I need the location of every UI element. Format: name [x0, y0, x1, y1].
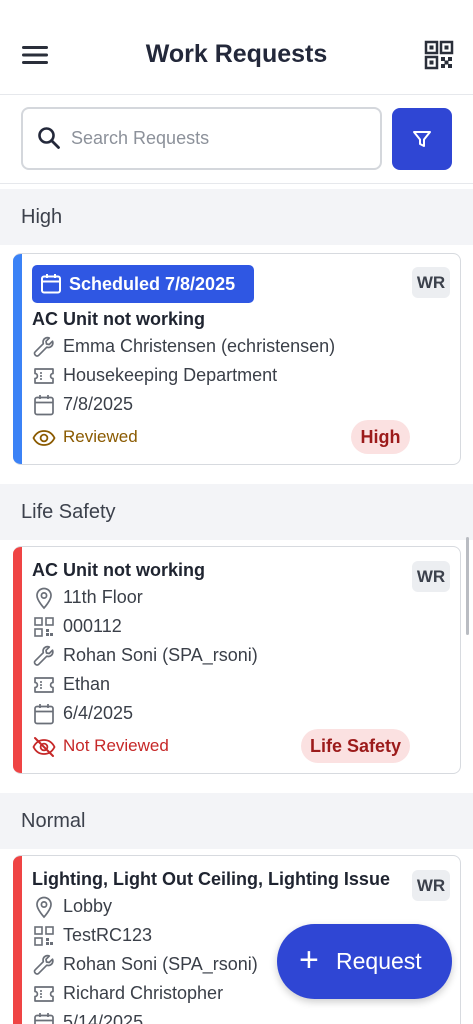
review-status-text: Not Reviewed	[63, 736, 169, 755]
calendar-icon	[34, 1013, 54, 1024]
ticket-icon	[34, 986, 54, 1002]
type-tag: WR	[412, 870, 450, 901]
ticket-icon	[34, 368, 54, 384]
priority-stripe	[13, 856, 22, 1024]
group-header-life-safety: Life Safety	[0, 484, 473, 540]
group-title: Life Safety	[21, 501, 116, 523]
scheduled-label: Scheduled 7/8/2025	[69, 274, 236, 294]
app-header: Work Requests	[0, 0, 473, 95]
group-title: Normal	[21, 810, 86, 832]
plus-icon: +	[299, 941, 319, 979]
scrollbar[interactable]	[466, 537, 469, 635]
group-header-normal: Normal	[0, 793, 473, 849]
page-title: Work Requests	[145, 40, 328, 68]
qr-code-icon	[34, 926, 54, 946]
priority-stripe	[13, 547, 22, 773]
priority-pill: Life Safety	[301, 729, 410, 763]
group-title: High	[21, 206, 63, 228]
new-request-label: Request	[336, 948, 422, 974]
location-text: 11th Floor	[63, 587, 143, 607]
card-title: Lighting, Light Out Ceiling, Lighting Is…	[32, 869, 390, 889]
work-request-card[interactable]: Scheduled 7/8/2025 WR AC Unit not workin…	[13, 253, 461, 465]
card-title: AC Unit not working	[32, 309, 205, 329]
search-icon	[38, 127, 60, 149]
eye-off-icon	[32, 737, 56, 757]
asset-code-text: 000112	[63, 616, 122, 636]
wrench-icon	[33, 336, 54, 357]
wrench-icon	[33, 954, 54, 975]
search-box[interactable]	[21, 107, 382, 170]
location-text: Lobby	[63, 896, 113, 916]
type-tag: WR	[412, 267, 450, 298]
qr-code-icon[interactable]	[424, 40, 454, 70]
filter-icon	[413, 131, 431, 147]
calendar-icon	[41, 274, 61, 294]
priority-stripe	[13, 254, 22, 464]
wrench-icon	[33, 645, 54, 666]
requester-text: Housekeeping Department	[63, 365, 278, 385]
date-text: 6/4/2025	[63, 703, 134, 723]
asset-code-text: TestRC123	[63, 925, 153, 945]
qr-code-icon	[34, 617, 54, 637]
location-pin-icon	[36, 587, 52, 610]
calendar-icon	[34, 395, 54, 416]
type-tag: WR	[412, 561, 450, 592]
ticket-icon	[34, 677, 54, 693]
date-text: 5/14/2025	[63, 1012, 144, 1024]
filter-button[interactable]	[392, 108, 452, 170]
location-pin-icon	[36, 896, 52, 919]
search-input[interactable]	[71, 123, 371, 153]
review-status-text: Reviewed	[63, 427, 138, 446]
assignee-text: Rohan Soni (SPA_rsoni)	[63, 954, 258, 974]
calendar-icon	[34, 704, 54, 725]
priority-pill: High	[351, 420, 410, 454]
requester-text: Ethan	[63, 674, 111, 694]
new-request-button[interactable]: + Request	[277, 924, 452, 999]
assignee-text: Emma Christensen (echristensen)	[63, 336, 336, 356]
date-text: 7/8/2025	[63, 394, 134, 414]
search-bar	[0, 96, 473, 184]
work-request-card[interactable]: WR AC Unit not working 11th Floor 000112…	[13, 546, 461, 774]
assignee-text: Rohan Soni (SPA_rsoni)	[63, 645, 258, 665]
requester-text: Richard Christopher	[63, 983, 224, 1003]
scheduled-badge: Scheduled 7/8/2025	[32, 265, 254, 303]
card-title: AC Unit not working	[32, 560, 205, 580]
eye-icon	[32, 430, 56, 446]
group-header-high: High	[0, 189, 473, 245]
